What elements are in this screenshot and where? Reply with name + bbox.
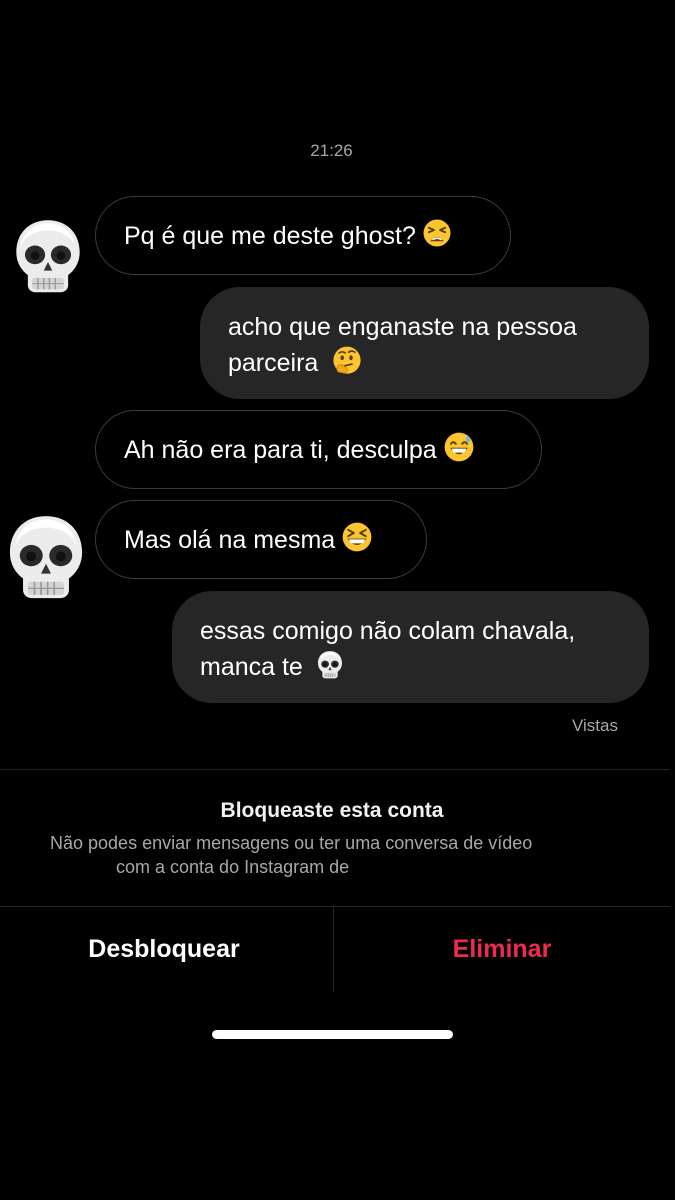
- outgoing-message-bubble[interactable]: essas comigo não colam chavala, manca te: [172, 591, 649, 703]
- message-text: Ah não era para ti, desculpa: [124, 435, 437, 464]
- message-text-line: acho que enganaste na pessoa: [228, 313, 577, 341]
- incoming-message-bubble[interactable]: Ah não era para ti, desculpa: [95, 410, 542, 489]
- message-text-line: essas comigo não colam chavala,: [200, 617, 576, 645]
- outgoing-message-bubble[interactable]: acho que enganaste na pessoa parceira: [200, 287, 649, 399]
- grinning-sweat-emoji-icon: [443, 431, 475, 463]
- tired-face-emoji-icon: [422, 218, 452, 248]
- incoming-message-bubble[interactable]: Pq é que me deste ghost?: [95, 196, 511, 275]
- blocked-notice-line: com a conta do Instagram de: [116, 857, 350, 877]
- message-text-line: parceira: [228, 349, 319, 377]
- sender-avatar-skull-icon[interactable]: [5, 508, 87, 608]
- blocked-notice-title: Bloqueaste esta conta: [220, 799, 444, 822]
- laughing-squint-emoji-icon: [341, 521, 373, 553]
- message-text: Mas olá na mesma: [124, 525, 336, 554]
- blocked-notice-description: Não podes enviar mensagens ou ter uma co…: [50, 831, 625, 879]
- skull-emoji-icon: [316, 650, 344, 680]
- sender-avatar-skull-icon[interactable]: [12, 214, 84, 300]
- delete-button[interactable]: Eliminar: [334, 907, 670, 992]
- unblock-button[interactable]: Desbloquear: [0, 907, 328, 992]
- message-text-line: manca te: [200, 653, 303, 681]
- conversation-timestamp: 21:26: [310, 141, 353, 160]
- home-indicator[interactable]: [212, 1030, 453, 1039]
- seen-status: Vistas: [572, 716, 618, 735]
- divider: [0, 769, 670, 770]
- incoming-message-bubble[interactable]: Mas olá na mesma: [95, 500, 427, 579]
- thinking-face-emoji-icon: [331, 345, 363, 377]
- blocked-notice-line: Não podes enviar mensagens ou ter uma co…: [50, 833, 533, 853]
- message-text: Pq é que me deste ghost?: [124, 221, 416, 250]
